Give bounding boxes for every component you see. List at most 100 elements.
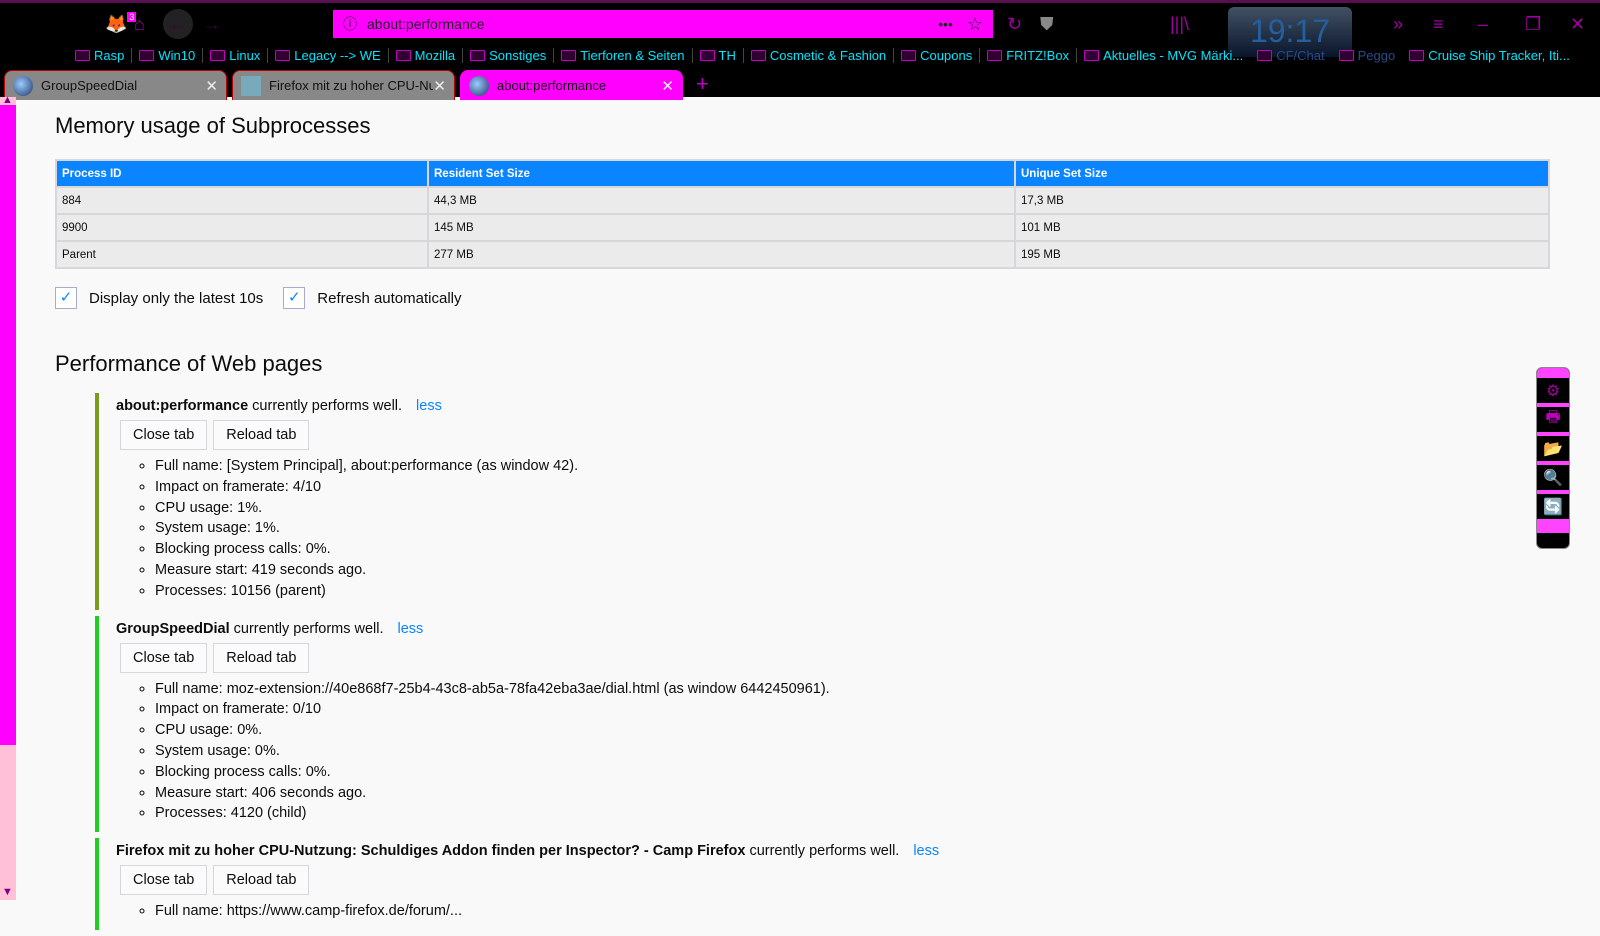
latest-10s-checkbox[interactable]: ✓ [55, 287, 77, 309]
back-icon[interactable]: ← [163, 9, 193, 39]
bookmark-item[interactable]: Mozilla [389, 47, 464, 63]
bookmark-label: Rasp [94, 47, 125, 63]
print-icon[interactable]: 🖶 [1537, 407, 1569, 432]
detail-item: Full name: moz-extension://40e868f7-25b4… [155, 679, 1555, 700]
page-entry: GroupSpeedDial currently performs well. l… [95, 615, 1555, 833]
close-tab-button[interactable]: Close tab [120, 865, 208, 896]
reload-icon[interactable]: ↻ [1007, 9, 1022, 39]
bookmark-label: Aktuelles - MVG Märki... [1103, 47, 1244, 63]
tab-title: GroupSpeedDial [41, 78, 138, 93]
page-name: about:performance [116, 398, 249, 414]
bookmark-item[interactable]: TH [693, 47, 744, 63]
folder-icon [139, 49, 155, 61]
bookmark-item[interactable]: Aktuelles - MVG Märki... [1077, 48, 1250, 63]
refresh-checkbox[interactable]: ✓ [283, 287, 306, 309]
detail-item: System usage: 1%. [155, 518, 1555, 539]
detail-item: System usage: 0%. [155, 741, 1555, 762]
table-cell: 9900 [55, 213, 429, 242]
bookmark-item[interactable]: Sonstiges [463, 47, 555, 63]
restore-icon[interactable]: ❐ [1525, 9, 1541, 39]
tab-favicon [241, 75, 261, 96]
latest-10s-label: Display only the latest 10s [89, 289, 264, 307]
close-tab-button[interactable]: Close tab [120, 420, 208, 450]
page-entry: Firefox mit zu hoher CPU-Nutzung: Schuld… [95, 838, 1555, 930]
less-link[interactable]: less [913, 843, 939, 859]
bookmark-item[interactable]: Cosmetic & Fashion [744, 47, 895, 63]
info-icon[interactable]: ⓘ [343, 14, 357, 34]
bookmark-item[interactable]: Linux [203, 47, 269, 63]
detail-item: Full name: [System Principal], about:per… [155, 456, 1555, 477]
bookmark-label: Tierforen & Seiten [580, 47, 685, 63]
less-link[interactable]: less [398, 621, 424, 637]
detail-item: Processes: 4120 (child) [155, 803, 1555, 824]
bookmark-item[interactable]: Peggo [1332, 48, 1403, 63]
url-input[interactable]: about:performance [367, 16, 938, 32]
folder-icon [395, 49, 411, 61]
tab-title: about:performance [497, 78, 607, 93]
reload-tab-button[interactable]: Reload tab [213, 865, 310, 896]
forward-icon[interactable]: → [203, 9, 221, 39]
bookmark-label: Legacy --> WE [294, 47, 381, 63]
close-tab-icon[interactable]: ✕ [205, 77, 218, 95]
close-tab-icon[interactable]: ✕ [661, 77, 674, 95]
bookmark-item[interactable]: Rasp [68, 47, 133, 63]
performance-heading: Performance of Web pages [55, 351, 323, 376]
bookmark-label: Peggo [1357, 47, 1396, 63]
bookmark-item[interactable]: Legacy --> WE [268, 47, 389, 63]
detail-item: CPU usage: 1%. [155, 498, 1555, 519]
url-bar[interactable]: ⓘ about:performance ••• ☆ [333, 10, 993, 38]
bookmark-item[interactable]: Tierforen & Seiten [554, 47, 693, 63]
new-tab-button[interactable]: + [696, 70, 709, 100]
bookmark-label: Win10 [158, 47, 196, 63]
page-name: GroupSpeedDial [116, 620, 230, 637]
bookmark-item[interactable]: Win10 [132, 47, 204, 63]
table-cell: 44,3 MB [427, 186, 1016, 215]
addon-icon[interactable]: 🦊 3 [105, 9, 137, 39]
bookmark-label: CF/Chat [1276, 47, 1325, 63]
reload-tab-button[interactable]: Reload tab [213, 420, 310, 450]
bookmark-item[interactable]: CF/Chat [1250, 48, 1331, 63]
menu-icon[interactable]: ≡ [1433, 9, 1444, 39]
browser-chrome: 🦊 3 ⌂ ← → ⓘ about:performance ••• ☆ ↻ ⛊ |… [0, 0, 1600, 100]
close-window-icon[interactable]: ✕ [1570, 9, 1585, 39]
settings-icon[interactable]: ⚙ [1537, 378, 1569, 403]
tab-groupspeeddial[interactable]: GroupSpeedDial ✕ [4, 70, 227, 100]
folder-icon [75, 49, 90, 61]
refresh-icon[interactable]: 🔄 [1537, 494, 1569, 519]
bookmark-item[interactable]: Cruise Ship Tracker, Iti... [1402, 48, 1577, 63]
bookmark-icon [1084, 49, 1100, 61]
folder-icon[interactable]: 📂 [1537, 436, 1569, 461]
scrollbar-thumb[interactable] [0, 105, 16, 745]
scrollbar[interactable]: ▲ ▼ [0, 94, 16, 900]
table-cell: 277 MB [427, 240, 1016, 269]
page-actions-icon[interactable]: ••• [938, 16, 953, 32]
library-icon[interactable]: |||\ [1170, 9, 1189, 39]
search-icon[interactable]: 🔍 [1537, 465, 1569, 490]
table-row: 9900 145 MB 101 MB [55, 213, 1550, 242]
close-tab-button[interactable]: Close tab [120, 642, 208, 673]
star-icon[interactable]: ☆ [967, 14, 983, 35]
table-cell: 884 [55, 186, 429, 215]
side-toolbar: ⚙ 🖶 📂 🔍 🔄 [1536, 367, 1570, 549]
tab-about-performance[interactable]: about:performance ✕ [460, 70, 683, 100]
overflow-icon[interactable]: » [1393, 9, 1403, 39]
page-entry: about:performance currently performs wel… [95, 393, 1555, 610]
bookmark-icon [1338, 49, 1354, 61]
folder-icon [901, 49, 917, 61]
status-text: currently performs well. [233, 620, 384, 637]
tab-camp-firefox[interactable]: Firefox mit zu hoher CPU-Nutzung✕ [232, 70, 455, 100]
less-link[interactable]: less [416, 398, 442, 414]
bookmark-item[interactable]: Coupons [894, 47, 981, 63]
scroll-down-icon[interactable]: ▼ [2, 886, 13, 898]
folder-icon [275, 49, 291, 61]
table-row: Parent 277 MB 195 MB [55, 240, 1550, 269]
close-tab-icon[interactable]: ✕ [433, 77, 446, 95]
home-icon[interactable]: ⌂ [134, 9, 145, 39]
minimize-icon[interactable]: – [1478, 9, 1488, 39]
bookmark-label: Mozilla [414, 47, 456, 63]
reload-tab-button[interactable]: Reload tab [213, 642, 310, 673]
detail-item: Blocking process calls: 0%. [155, 539, 1555, 560]
bookmark-item[interactable]: FRITZ!Box [980, 47, 1078, 63]
ublock-icon[interactable]: ⛊ [1040, 9, 1054, 39]
detail-item: Impact on framerate: 4/10 [155, 477, 1555, 498]
